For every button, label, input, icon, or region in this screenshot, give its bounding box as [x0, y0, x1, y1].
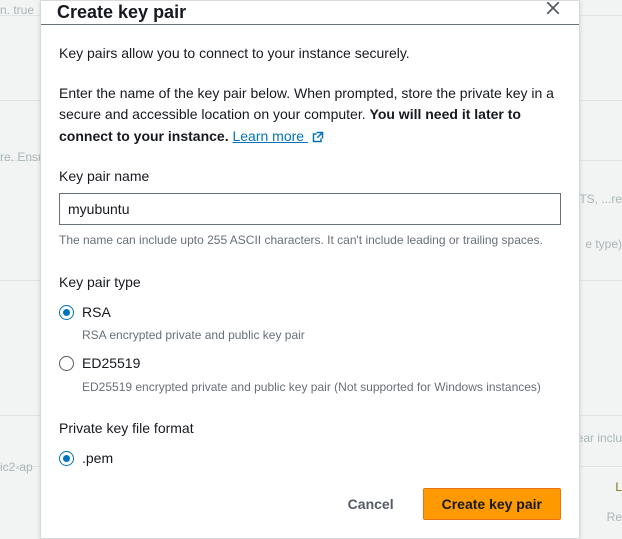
- radio-ed25519[interactable]: ED25519: [59, 353, 561, 375]
- cancel-button[interactable]: Cancel: [329, 488, 413, 520]
- modal-footer: Cancel Create key pair: [41, 474, 579, 538]
- keypair-name-label: Key pair name: [59, 166, 561, 188]
- radio-pem[interactable]: .pem: [59, 448, 561, 470]
- external-link-icon: [312, 131, 324, 143]
- close-icon: [546, 1, 560, 18]
- file-format-label: Private key file format: [59, 418, 561, 440]
- radio-icon: [59, 451, 74, 466]
- radio-rsa-desc: RSA encrypted private and public key pai…: [82, 326, 561, 345]
- keypair-type-section: Key pair type RSA RSA encrypted private …: [59, 272, 561, 396]
- radio-ed25519-desc: ED25519 encrypted private and public key…: [82, 378, 561, 397]
- radio-icon: [59, 356, 74, 371]
- bg-frag: Re: [607, 510, 622, 524]
- bg-frag: TS, ...re: [579, 192, 622, 206]
- radio-icon: [59, 305, 74, 320]
- close-button[interactable]: [543, 0, 563, 19]
- bg-frag: e type): [585, 237, 622, 251]
- modal-body: Key pairs allow you to connect to your i…: [41, 25, 579, 474]
- instruction-text: Enter the name of the key pair below. Wh…: [59, 83, 561, 148]
- bg-frag: L: [615, 480, 622, 494]
- radio-ed25519-label: ED25519: [82, 353, 140, 375]
- learn-more-label: Learn more: [232, 128, 304, 144]
- bg-frag: ear inclu: [577, 431, 622, 445]
- file-format-section: Private key file format .pem For use wit…: [59, 418, 561, 474]
- radio-rsa-label: RSA: [82, 302, 111, 324]
- radio-pem-label: .pem: [82, 448, 113, 470]
- radio-rsa[interactable]: RSA: [59, 302, 561, 324]
- bg-frag: re. Ensu: [0, 150, 45, 164]
- keypair-type-label: Key pair type: [59, 272, 561, 294]
- intro-text: Key pairs allow you to connect to your i…: [59, 43, 561, 65]
- keypair-name-helper: The name can include upto 255 ASCII char…: [59, 231, 561, 250]
- modal-title: Create key pair: [57, 3, 186, 21]
- keypair-name-input[interactable]: [59, 193, 561, 225]
- create-key-pair-modal: Create key pair Key pairs allow you to c…: [40, 0, 580, 539]
- bg-frag: n. true: [0, 3, 34, 17]
- learn-more-link[interactable]: Learn more: [232, 128, 323, 144]
- modal-header: Create key pair: [41, 1, 579, 25]
- create-key-pair-button[interactable]: Create key pair: [423, 488, 561, 520]
- bg-frag: ic2-ap: [0, 460, 33, 474]
